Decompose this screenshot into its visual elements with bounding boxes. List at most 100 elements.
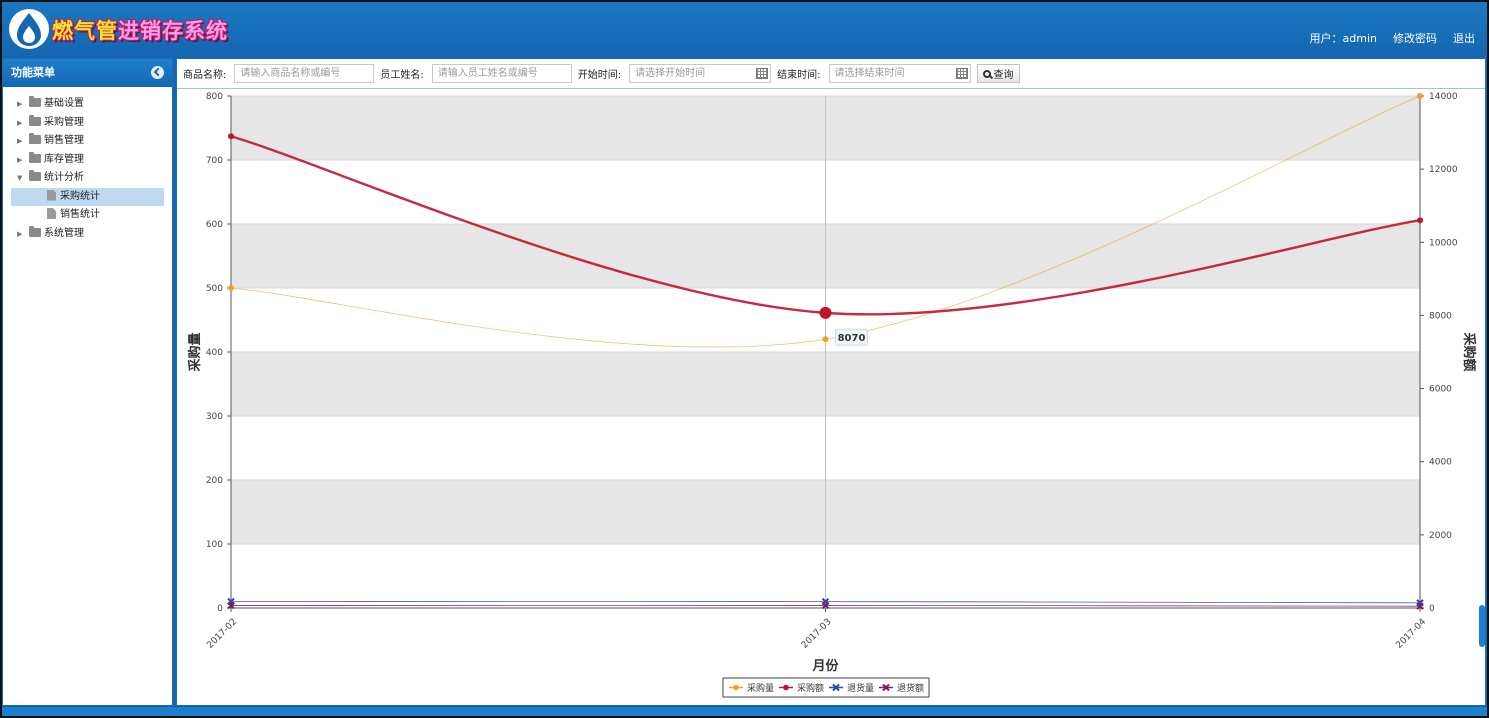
flame-logo-icon bbox=[9, 9, 49, 49]
series-marker-1 bbox=[228, 133, 234, 140]
menu-item-label: 采购管理 bbox=[44, 116, 84, 128]
header-links: 用户：admin 修改密码 退出 bbox=[1310, 30, 1475, 46]
y-tick-label-left: 200 bbox=[206, 476, 223, 486]
app-title-part1: 燃气管 bbox=[52, 19, 118, 43]
x-tick-label: 2017-03 bbox=[800, 617, 834, 651]
end-time-placeholder: 请选择结束时间 bbox=[834, 68, 905, 79]
x-tick-label: 2017-02 bbox=[205, 617, 239, 651]
series-marker-0 bbox=[228, 285, 234, 291]
calendar-icon[interactable] bbox=[756, 68, 769, 79]
menu-item-inventory-management[interactable]: ▶ 库存管理 bbox=[11, 151, 164, 170]
folder-icon bbox=[29, 225, 41, 237]
x-axis-title: 月份 bbox=[811, 658, 839, 674]
legend-label-0: 采购量 bbox=[747, 682, 774, 694]
caret-right-icon[interactable]: ▶ bbox=[17, 151, 29, 170]
y-tick-label-right: 10000 bbox=[1429, 238, 1458, 248]
purchase-statistics-chart: 0100200300400500600700800020004000600080… bbox=[187, 92, 1477, 698]
menu-item-label: 销售统计 bbox=[60, 209, 100, 220]
legend-label-3: 退货额 bbox=[897, 682, 924, 694]
tooltip-text: 8070 bbox=[838, 333, 866, 344]
app-title-part2: 进销存系统 bbox=[118, 19, 228, 43]
legend-marker-1 bbox=[783, 684, 789, 691]
legend-marker-0 bbox=[733, 684, 739, 691]
series-marker-0 bbox=[822, 336, 829, 343]
product-name-input[interactable]: 请输入商品名称或编号 bbox=[234, 64, 375, 83]
folder-icon bbox=[29, 96, 41, 107]
employee-name-label: 员工姓名: bbox=[380, 70, 424, 81]
y-tick-label-left: 0 bbox=[217, 604, 223, 614]
menu-item-basic-settings[interactable]: ▶ 基础设置 bbox=[11, 95, 164, 114]
y-tick-label-right: 14000 bbox=[1429, 92, 1458, 102]
y-tick-label-right: 6000 bbox=[1429, 385, 1452, 395]
menu-item-system-management[interactable]: ▶ 系统管理 bbox=[11, 225, 164, 244]
caret-down-icon[interactable]: ▼ bbox=[17, 169, 29, 188]
y-tick-label-right: 12000 bbox=[1429, 165, 1458, 175]
caret-right-icon[interactable]: ▶ bbox=[17, 132, 29, 151]
start-time-label: 开始时间: bbox=[577, 70, 622, 81]
caret-right-icon[interactable]: ▶ bbox=[17, 225, 29, 244]
change-password-link[interactable]: 修改密码 bbox=[1393, 30, 1437, 46]
scrollbar-thumb[interactable] bbox=[1479, 605, 1485, 647]
search-toolbar: 商品名称: 请输入商品名称或编号 员工姓名: 请输入员工姓名或编号 开始时间: … bbox=[177, 59, 1485, 89]
app-header: 燃气管进销存系统 用户：admin 修改密码 退出 bbox=[0, 0, 1489, 56]
end-time-input[interactable]: 请选择结束时间 bbox=[828, 64, 971, 83]
start-time-input[interactable]: 请选择开始时间 bbox=[629, 64, 772, 83]
menu-item-sales-management[interactable]: ▶ 销售管理 bbox=[11, 132, 164, 151]
menu-item-purchase-management[interactable]: ▶ 采购管理 bbox=[11, 114, 164, 133]
sidebar-title-text: 功能菜单 bbox=[11, 66, 55, 79]
y-tick-label-right: 2000 bbox=[1429, 531, 1452, 541]
legend-label-2: 退货量 bbox=[847, 682, 874, 694]
menu-item-label: 销售管理 bbox=[44, 135, 84, 146]
series-marker-0 bbox=[1417, 93, 1423, 99]
folder-icon bbox=[29, 151, 41, 163]
x-tick-label: 2017-04 bbox=[1394, 617, 1428, 651]
folder-icon bbox=[29, 114, 41, 126]
menu-item-label: 库存管理 bbox=[44, 153, 84, 165]
y-tick-label-right: 8000 bbox=[1429, 311, 1452, 321]
calendar-icon[interactable] bbox=[955, 68, 968, 79]
y-axis-title-left: 采购量 bbox=[187, 332, 203, 372]
file-icon bbox=[47, 208, 56, 219]
y-tick-label-right: 4000 bbox=[1429, 458, 1452, 468]
collapse-sidebar-icon[interactable] bbox=[151, 66, 164, 79]
y-tick-label-left: 800 bbox=[206, 92, 223, 102]
y-tick-label-left: 700 bbox=[206, 156, 223, 166]
folder-icon bbox=[29, 133, 41, 144]
y-tick-label-left: 400 bbox=[206, 348, 223, 358]
menu-tree: ▶ 基础设置 ▶ 采购管理 ▶ 销售管理 ▶ 库存管理 ▼ 统计分析 采购统计 销售统计 … bbox=[3, 87, 172, 243]
product-name-label: 商品名称: bbox=[183, 70, 227, 81]
app-title: 燃气管进销存系统 bbox=[52, 15, 228, 45]
y-tick-label-left: 500 bbox=[206, 284, 223, 294]
menu-item-statistics[interactable]: ▼ 统计分析 bbox=[11, 169, 164, 188]
series-marker-1 bbox=[1417, 217, 1423, 224]
folder-open-icon bbox=[29, 170, 41, 181]
file-icon bbox=[47, 189, 56, 201]
search-button-label: 查询 bbox=[993, 70, 1014, 81]
y-tick-label-right: 0 bbox=[1429, 604, 1435, 614]
legend-label-1: 采购额 bbox=[797, 682, 824, 694]
menu-item-label: 基础设置 bbox=[44, 98, 84, 109]
search-icon bbox=[982, 69, 991, 78]
search-button[interactable]: 查询 bbox=[976, 64, 1020, 83]
caret-right-icon[interactable]: ▶ bbox=[17, 95, 29, 114]
series-marker-1 bbox=[819, 306, 832, 319]
menu-item-label: 采购统计 bbox=[60, 190, 100, 202]
menu-item-label: 统计分析 bbox=[44, 172, 84, 183]
footer-bar bbox=[0, 706, 1489, 718]
sidebar: 功能菜单 ▶ 基础设置 ▶ 采购管理 ▶ 销售管理 ▶ 库存管理 ▼ 统计分析 采购统计 … bbox=[2, 58, 173, 706]
y-tick-label-left: 600 bbox=[206, 220, 223, 230]
menu-item-label: 系统管理 bbox=[44, 227, 84, 239]
y-axis-title-right: 采购额 bbox=[1461, 331, 1477, 371]
employee-name-input[interactable]: 请输入员工姓名或编号 bbox=[431, 64, 572, 83]
caret-right-icon[interactable]: ▶ bbox=[17, 114, 29, 133]
end-time-label: 结束时间: bbox=[777, 70, 821, 81]
start-time-placeholder: 请选择开始时间 bbox=[635, 68, 706, 79]
logout-link[interactable]: 退出 bbox=[1453, 30, 1475, 46]
y-tick-label-left: 300 bbox=[206, 412, 223, 422]
menu-item-sales-statistics[interactable]: 销售统计 bbox=[11, 206, 164, 225]
sidebar-title: 功能菜单 bbox=[3, 59, 172, 87]
main-panel: 商品名称: 请输入商品名称或编号 员工姓名: 请输入员工姓名或编号 开始时间: … bbox=[176, 58, 1486, 706]
user-label: 用户：admin bbox=[1309, 32, 1377, 45]
y-tick-label-left: 100 bbox=[206, 540, 223, 550]
menu-item-purchase-statistics[interactable]: 采购统计 bbox=[11, 187, 164, 206]
